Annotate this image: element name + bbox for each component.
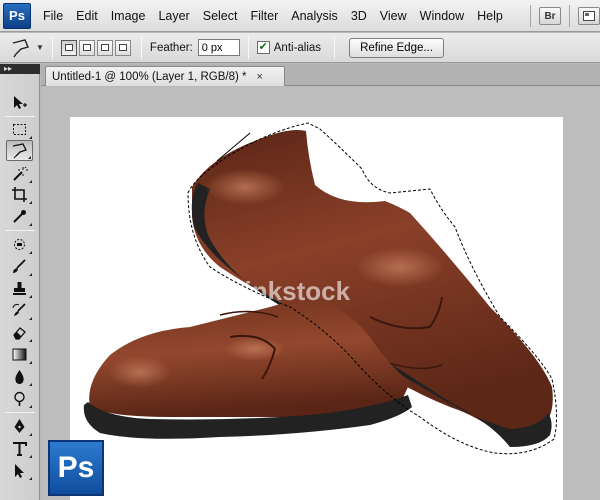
eraser-tool[interactable] bbox=[6, 322, 33, 343]
selection-mode-group bbox=[60, 39, 133, 56]
pen-tool[interactable] bbox=[6, 416, 33, 437]
eraser-tool-icon bbox=[13, 327, 26, 340]
anti-alias-label: Anti-alias bbox=[273, 41, 322, 54]
crop-tool-icon bbox=[12, 187, 27, 202]
clone-stamp-tool-icon bbox=[13, 282, 26, 295]
spot-healing-brush-tool[interactable] bbox=[6, 234, 33, 255]
path-selection-tool-icon bbox=[15, 464, 24, 478]
dodge-tool-icon bbox=[14, 391, 25, 406]
type-tool-icon bbox=[13, 442, 27, 456]
photoshop-logo: Ps bbox=[3, 2, 31, 29]
clone-stamp-tool[interactable] bbox=[6, 278, 33, 299]
subtract-selection-icon bbox=[100, 44, 109, 51]
feather-label: Feather: bbox=[149, 41, 193, 54]
intersect-selection-icon bbox=[118, 44, 127, 51]
move-tool-icon bbox=[14, 96, 27, 109]
dodge-tool[interactable] bbox=[6, 388, 33, 409]
blur-tool[interactable] bbox=[6, 366, 33, 387]
anti-alias-checkbox[interactable]: ✔ bbox=[256, 41, 270, 54]
history-brush-tool[interactable] bbox=[6, 300, 33, 321]
brush-tool[interactable] bbox=[6, 256, 33, 277]
eyedropper-tool-icon bbox=[13, 210, 26, 223]
path-selection-tool[interactable] bbox=[6, 460, 33, 481]
tool-preset-picker[interactable]: ▼ bbox=[10, 37, 44, 59]
rectangular-marquee-tool[interactable] bbox=[6, 119, 33, 140]
chevron-down-icon: ▼ bbox=[36, 43, 44, 52]
document-tab-bar: Untitled-1 @ 100% (Layer 1, RGB/8) * × bbox=[41, 64, 600, 86]
menu-select[interactable]: Select bbox=[203, 9, 238, 23]
menu-layer[interactable]: Layer bbox=[158, 9, 189, 23]
add-to-selection-button[interactable] bbox=[78, 39, 95, 56]
launch-mini-bridge-button[interactable] bbox=[578, 7, 600, 25]
new-selection-button[interactable] bbox=[60, 39, 77, 56]
document-tab[interactable]: Untitled-1 @ 100% (Layer 1, RGB/8) * × bbox=[45, 66, 285, 86]
main-menu: File Edit Image Layer Select Filter Anal… bbox=[43, 9, 516, 23]
panel-collapse-toggle[interactable]: ▸▸ bbox=[0, 64, 40, 74]
anti-alias-option[interactable]: ✔ Anti-alias bbox=[256, 41, 326, 54]
eyedropper-tool[interactable] bbox=[6, 206, 33, 227]
watermark-text: thinkstock bbox=[220, 276, 351, 306]
photoshop-corner-logo: Ps bbox=[48, 440, 104, 496]
mini-bridge-icon bbox=[583, 11, 595, 21]
document-title: Untitled-1 @ 100% (Layer 1, RGB/8) * bbox=[52, 70, 247, 83]
new-selection-icon bbox=[64, 44, 73, 51]
blur-tool-icon bbox=[15, 370, 24, 384]
polygonal-lasso-icon bbox=[12, 38, 29, 57]
spot-healing-brush-tool-icon bbox=[14, 239, 25, 250]
feather-input[interactable] bbox=[197, 39, 240, 56]
gradient-tool-icon bbox=[12, 348, 27, 361]
menu-bar: Ps File Edit Image Layer Select Filter A… bbox=[0, 0, 600, 32]
menu-3d[interactable]: 3D bbox=[351, 9, 367, 23]
canvas-area[interactable]: thinkstock bbox=[41, 87, 600, 500]
magic-wand-tool-icon bbox=[13, 166, 28, 181]
menu-help[interactable]: Help bbox=[477, 9, 503, 23]
menu-image[interactable]: Image bbox=[111, 9, 146, 23]
menu-analysis[interactable]: Analysis bbox=[291, 9, 338, 23]
refine-edge-button[interactable]: Refine Edge... bbox=[349, 37, 444, 58]
menu-filter[interactable]: Filter bbox=[250, 9, 278, 23]
magic-wand-tool[interactable] bbox=[6, 163, 33, 184]
launch-bridge-button[interactable]: Br bbox=[539, 7, 561, 25]
crop-tool[interactable] bbox=[6, 184, 33, 205]
brush-tool-icon bbox=[13, 259, 26, 273]
menu-file[interactable]: File bbox=[43, 9, 63, 23]
shoes-artwork: thinkstock bbox=[83, 122, 558, 455]
document-canvas[interactable]: thinkstock bbox=[70, 117, 563, 500]
toolbox bbox=[0, 74, 40, 500]
rectangular-marquee-tool-icon bbox=[13, 124, 26, 135]
menu-right-controls: Br bbox=[522, 0, 600, 32]
menu-view[interactable]: View bbox=[380, 9, 407, 23]
polygonal-lasso-tool[interactable] bbox=[6, 140, 33, 161]
history-brush-tool-icon bbox=[12, 303, 26, 316]
type-tool[interactable] bbox=[6, 438, 33, 459]
close-icon[interactable]: × bbox=[256, 71, 262, 83]
gradient-tool[interactable] bbox=[6, 344, 33, 365]
menu-edit[interactable]: Edit bbox=[76, 9, 98, 23]
options-bar: ▼ Feather: ✔ Anti-alias Refine Edge... bbox=[0, 33, 600, 63]
pen-tool-icon bbox=[14, 419, 25, 433]
subtract-from-selection-button[interactable] bbox=[96, 39, 113, 56]
move-tool[interactable] bbox=[6, 92, 33, 113]
intersect-selection-button[interactable] bbox=[114, 39, 131, 56]
add-selection-icon bbox=[82, 44, 91, 51]
polygonal-lasso-tool-icon bbox=[12, 143, 27, 159]
menu-window[interactable]: Window bbox=[420, 9, 464, 23]
